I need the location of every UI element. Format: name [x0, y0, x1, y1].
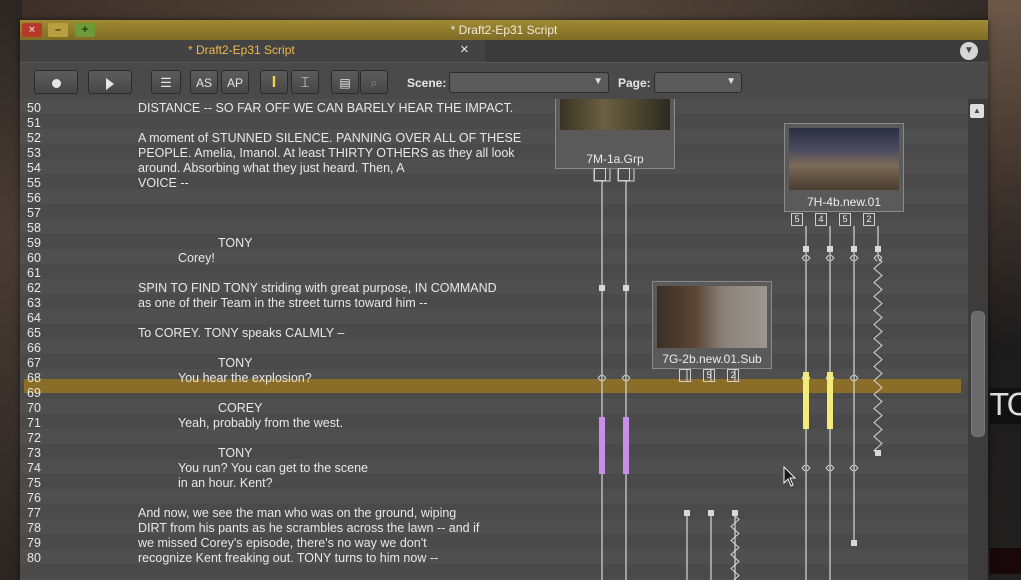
- scrollbar-thumb[interactable]: [971, 311, 985, 437]
- track-label: 5: [791, 213, 803, 226]
- tab-bar: * Draft2-Ep31 Script × ▼: [20, 40, 988, 62]
- clip-thumbnail[interactable]: 7H-4b.new.01: [784, 123, 904, 212]
- track-label: 2: [727, 369, 739, 382]
- as-button[interactable]: AS: [190, 70, 218, 94]
- tab-label: * Draft2-Ep31 Script: [188, 43, 295, 57]
- tab-menu-chevron-down-icon[interactable]: ▼: [960, 42, 978, 60]
- track-endpoint: [851, 540, 857, 546]
- background-panel: [990, 548, 1021, 574]
- tab-script[interactable]: * Draft2-Ep31 Script ×: [20, 40, 485, 62]
- chevron-down-icon: ▼: [593, 76, 603, 87]
- track-label: [594, 168, 606, 181]
- clip-image: [789, 128, 899, 190]
- track-endpoint: [708, 510, 714, 516]
- line-cursor-icon: ⌶: [300, 74, 310, 91]
- window-title: * Draft2-Ep31 Script: [450, 23, 558, 37]
- page-label: Page:: [618, 76, 651, 90]
- toolbar: ☰ AS AP I ⌶ ▤ ⌕ Scene: ▼ Page: ▼: [20, 62, 988, 100]
- page-view-button[interactable]: ▤: [331, 70, 359, 94]
- clip-thumbnail[interactable]: 7G-2b.new.01.Sub: [652, 281, 772, 369]
- mouse-pointer-icon: [783, 466, 797, 487]
- track-endpoint: [684, 510, 690, 516]
- track-endpoint: [732, 510, 738, 516]
- ap-button[interactable]: AP: [221, 70, 249, 94]
- record-button[interactable]: [34, 70, 78, 94]
- record-icon: [51, 79, 61, 89]
- script-view-button[interactable]: ☰: [151, 70, 181, 94]
- vertical-scrollbar[interactable]: ▲: [968, 99, 988, 580]
- track-label: 2: [863, 213, 875, 226]
- page-select[interactable]: ▼: [654, 72, 742, 93]
- script-window: × – + * Draft2-Ep31 Script * Draft2-Ep31…: [20, 20, 988, 580]
- clip-name: 7G-2b.new.01.Sub: [662, 352, 762, 366]
- track-label: 4: [815, 213, 827, 226]
- play-button[interactable]: [88, 70, 132, 94]
- unused-take-zigzag: [873, 257, 883, 455]
- list-icon: ☰: [160, 75, 172, 90]
- track-endpoint: [875, 450, 881, 456]
- track-label: 5: [703, 369, 715, 382]
- title-bar[interactable]: × – + * Draft2-Ep31 Script: [20, 20, 988, 40]
- take-highlight: [827, 372, 833, 429]
- page-icon: ▤: [339, 76, 351, 90]
- tab-close-icon[interactable]: ×: [460, 41, 469, 58]
- clip-name: 7H-4b.new.01: [806, 195, 882, 209]
- desktop-background: [0, 0, 1021, 20]
- desktop-background-left: [0, 0, 22, 580]
- track-label: 5: [839, 213, 851, 226]
- clip-name: 7M-1a.Grp: [586, 152, 644, 166]
- text-cursor-button[interactable]: I: [260, 70, 288, 94]
- take-highlight: [599, 417, 605, 474]
- take-highlight: [803, 372, 809, 429]
- take-highlight: [623, 417, 629, 474]
- find-button[interactable]: ⌕: [360, 70, 388, 94]
- track-label: [618, 168, 630, 181]
- scene-label: Scene:: [407, 76, 447, 90]
- chevron-down-icon: ▼: [726, 76, 736, 87]
- track-endpoint: [599, 285, 605, 291]
- track-endpoint: [623, 285, 629, 291]
- line-cursor-button[interactable]: ⌶: [291, 70, 319, 94]
- text-cursor-icon: I: [271, 74, 277, 91]
- clip-thumbnail[interactable]: 7M-1a.Grp: [555, 99, 675, 169]
- play-icon: [106, 77, 114, 90]
- search-icon: ⌕: [370, 75, 378, 90]
- background-timecode: TC: [990, 388, 1021, 424]
- clip-image: [657, 286, 767, 348]
- scene-select[interactable]: ▼: [449, 72, 609, 93]
- script-pane[interactable]: 50 DISTANCE -- SO FAR OFF WE CAN BARELY H…: [20, 99, 968, 580]
- clip-image: [560, 99, 670, 130]
- scroll-up-arrow-icon[interactable]: ▲: [970, 104, 984, 118]
- desktop-background-right: [988, 0, 1021, 580]
- track-label: [679, 369, 691, 382]
